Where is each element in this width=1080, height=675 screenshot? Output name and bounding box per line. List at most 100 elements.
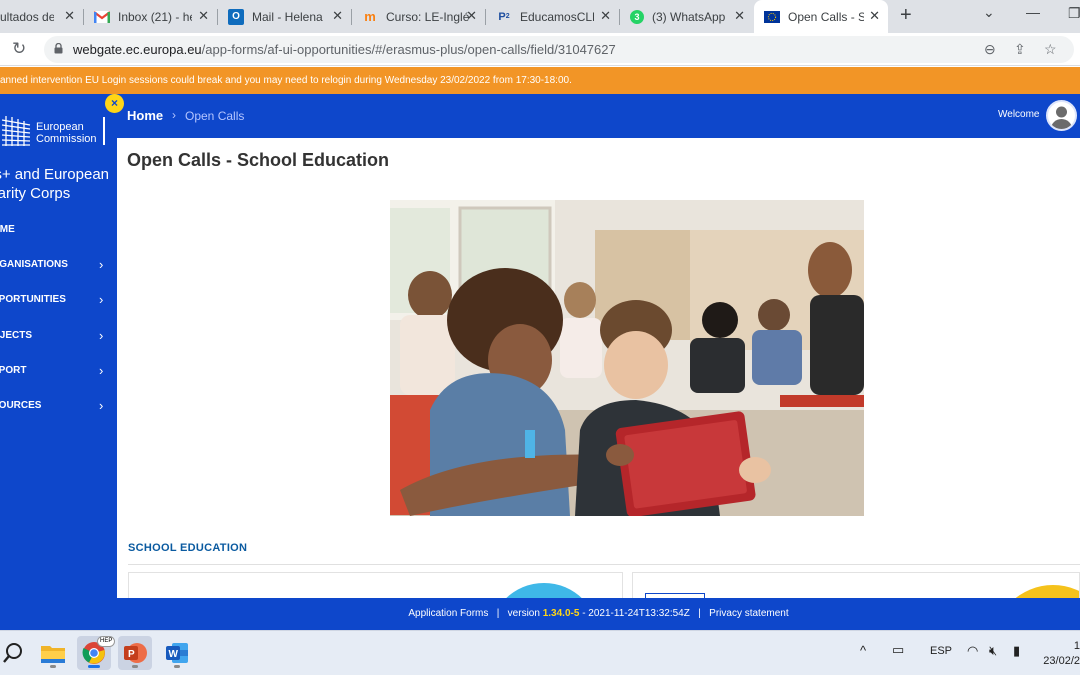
- search-icon[interactable]: [0, 636, 30, 670]
- share-icon[interactable]: ⇪: [1014, 41, 1026, 58]
- chrome-icon[interactable]: HEP: [77, 636, 116, 670]
- clock-time: 1: [1073, 640, 1080, 652]
- user-icon: [1051, 106, 1072, 129]
- moodle-icon: m: [364, 9, 376, 24]
- close-tab-icon[interactable]: ✕: [734, 9, 745, 23]
- sidebar-item-label: RGANISATIONS: [0, 259, 68, 270]
- sidebar-item-label: OJECTS: [0, 330, 33, 341]
- chevron-up-icon[interactable]: ^: [860, 643, 866, 658]
- app-title-line1: us+ and European: [0, 166, 110, 183]
- sidebar: European Commission us+ and European ida…: [0, 94, 117, 630]
- url-text[interactable]: webgate.ec.europa.eu/app-forms/af-ui-opp…: [73, 42, 616, 57]
- screen: ultados de l ✕ Inbox (21) - he ✕ O Mail …: [0, 0, 1080, 675]
- footer-separator: |: [698, 608, 701, 619]
- sidebar-item-organisations[interactable]: RGANISATIONS ›: [0, 257, 117, 279]
- sidebar-item-home[interactable]: OME: [0, 224, 117, 244]
- speaker-muted-icon[interactable]: 🔇︎: [989, 643, 997, 659]
- ec-logo-line2: Commission: [36, 133, 97, 145]
- educamos-icon: P2: [498, 10, 510, 23]
- tab-title: EducamosCLM: [520, 9, 594, 24]
- close-sidebar-button[interactable]: ×: [105, 94, 124, 113]
- restore-window-icon[interactable]: ❐: [1068, 5, 1080, 22]
- browser-tab[interactable]: m Curso: LE-Inglé ✕: [352, 0, 485, 33]
- sidebar-item-opportunities[interactable]: PPORTUNITIES ›: [0, 292, 117, 314]
- svg-text:W: W: [169, 649, 179, 660]
- chevron-right-icon: ›: [99, 292, 104, 307]
- sidebar-item-label: PPORTUNITIES: [0, 294, 66, 305]
- ec-logo-line1: European: [36, 121, 84, 133]
- minimize-icon[interactable]: —: [1026, 4, 1040, 20]
- banner-text: anned intervention EU Login sessions cou…: [0, 75, 572, 86]
- bookmark-star-icon[interactable]: ☆: [1044, 41, 1057, 58]
- european-commission-logo: [1, 116, 31, 146]
- breadcrumb-home[interactable]: Home: [127, 108, 163, 123]
- ec-logo-text: European Commission: [36, 121, 97, 145]
- reload-icon[interactable]: ↻: [12, 39, 26, 59]
- sidebar-item-resources[interactable]: SOURCES ›: [0, 398, 117, 420]
- running-indicator: [174, 665, 180, 668]
- chevron-right-icon: ›: [99, 363, 104, 378]
- maintenance-banner: anned intervention EU Login sessions cou…: [0, 67, 1080, 94]
- tab-title: Mail - Helena I: [252, 9, 326, 24]
- windows-taskbar: HEP P W ^ ▭ ESP ◠ 🔇︎ ▮ 1 23/02/2: [0, 630, 1080, 675]
- browser-tab[interactable]: ultados de l ✕: [0, 0, 83, 33]
- chrome-profile-badge: HEP: [97, 636, 116, 647]
- sidebar-item-label: OME: [0, 224, 15, 235]
- wifi-icon[interactable]: ◠: [967, 643, 978, 659]
- close-tab-icon[interactable]: ✕: [600, 9, 611, 23]
- app-title-line2: idarity Corps: [0, 185, 71, 202]
- clock-date: 23/02/2: [1043, 655, 1080, 667]
- language-indicator[interactable]: ESP: [930, 645, 952, 657]
- powerpoint-icon[interactable]: P: [118, 636, 152, 670]
- browser-tab-strip: ultados de l ✕ Inbox (21) - he ✕ O Mail …: [0, 0, 1080, 33]
- svg-text:P: P: [128, 649, 135, 660]
- breadcrumb-separator: ›: [172, 108, 176, 122]
- file-explorer-icon[interactable]: [36, 636, 70, 670]
- footer-build: - 2021-11-24T13:32:54Z: [582, 608, 690, 619]
- close-tab-icon[interactable]: ✕: [869, 9, 880, 23]
- keyboard-icon[interactable]: ▭: [892, 642, 904, 658]
- footer-version-label: version: [507, 608, 540, 619]
- section-title: SCHOOL EDUCATION: [128, 542, 248, 554]
- browser-tab[interactable]: O Mail - Helena I ✕: [218, 0, 351, 33]
- close-tab-icon[interactable]: ✕: [198, 9, 209, 23]
- user-avatar[interactable]: [1046, 100, 1077, 131]
- lock-icon: [54, 43, 63, 54]
- chevron-right-icon: ›: [99, 398, 104, 413]
- app-title: us+ and European idarity Corps: [0, 165, 116, 203]
- sidebar-item-projects[interactable]: OJECTS ›: [0, 328, 117, 350]
- footer-version-number: 1.34.0-5: [542, 608, 580, 619]
- welcome-text: Welcome: [998, 109, 1040, 120]
- page-title: Open Calls - School Education: [127, 150, 390, 170]
- tab-title: Inbox (21) - he: [118, 9, 192, 24]
- close-tab-icon[interactable]: ✕: [466, 9, 477, 23]
- page-header: Home › Open Calls Welcome: [117, 94, 1080, 138]
- new-tab-icon[interactable]: +: [900, 4, 912, 27]
- word-icon[interactable]: W: [160, 636, 194, 670]
- chevron-right-icon: ›: [99, 257, 104, 272]
- zoom-icon[interactable]: ⊖: [984, 41, 996, 58]
- browser-toolbar: ↻ webgate.ec.europa.eu/app-forms/af-ui-o…: [0, 33, 1080, 66]
- close-tab-icon[interactable]: ✕: [64, 9, 75, 23]
- whatsapp-icon: 3: [630, 9, 644, 24]
- tab-title: (3) WhatsApp: [652, 9, 726, 24]
- footer-app-name: Application Forms: [408, 608, 489, 619]
- close-tab-icon[interactable]: ✕: [332, 9, 343, 23]
- outlook-icon: O: [228, 8, 244, 25]
- browser-tab[interactable]: P2 EducamosCLM ✕: [486, 0, 619, 33]
- browser-tab[interactable]: 3 (3) WhatsApp ✕: [620, 0, 753, 33]
- browser-tab-active[interactable]: Open Calls - Sc ✕: [754, 0, 888, 33]
- sidebar-item-support[interactable]: PPORT ›: [0, 363, 117, 385]
- running-indicator: [50, 665, 56, 668]
- chevron-down-icon[interactable]: ⌄: [983, 4, 995, 21]
- system-clock[interactable]: 1 23/02/2: [1040, 639, 1080, 669]
- chevron-right-icon: ›: [99, 328, 104, 343]
- browser-tab[interactable]: Inbox (21) - he ✕: [84, 0, 217, 33]
- footer-separator: |: [496, 608, 500, 619]
- section-divider: [128, 564, 1080, 565]
- privacy-statement-link[interactable]: Privacy statement: [709, 608, 788, 619]
- battery-icon[interactable]: ▮: [1013, 643, 1020, 659]
- sidebar-item-label: PPORT: [0, 365, 27, 376]
- tab-title: ultados de l: [0, 9, 54, 24]
- address-bar[interactable]: webgate.ec.europa.eu/app-forms/af-ui-opp…: [44, 36, 1074, 63]
